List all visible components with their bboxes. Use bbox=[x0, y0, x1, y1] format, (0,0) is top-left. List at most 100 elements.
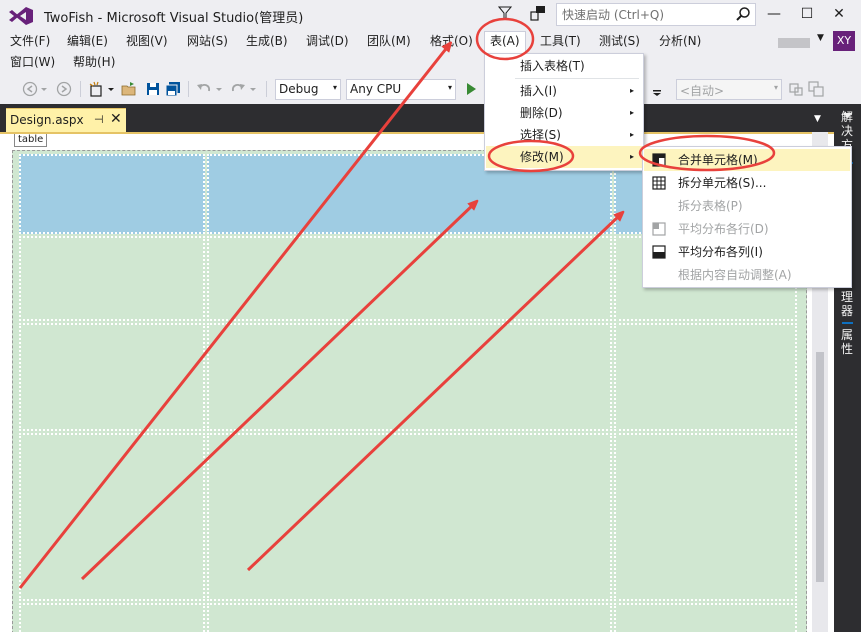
menu-build[interactable]: 生成(B) bbox=[241, 31, 293, 52]
menu-item-label: 拆分表格(P) bbox=[678, 199, 743, 213]
menu-view[interactable]: 视图(V) bbox=[121, 31, 173, 52]
minimize-button[interactable]: — bbox=[763, 4, 785, 24]
table-cell[interactable] bbox=[19, 323, 205, 431]
chevron-down-icon: ▾ bbox=[773, 83, 778, 92]
menu-item-label: 插入表格(T) bbox=[520, 59, 585, 73]
auto-combo[interactable]: <自动> ▾ bbox=[676, 79, 782, 100]
menu-team[interactable]: 团队(M) bbox=[362, 31, 416, 52]
platform-value: Any CPU bbox=[350, 82, 402, 96]
account-dropdown-icon[interactable]: ▼ bbox=[817, 33, 824, 43]
undo-dropdown-icon[interactable] bbox=[215, 81, 223, 97]
table-cell[interactable] bbox=[614, 603, 797, 632]
auto-combo-value: <自动> bbox=[680, 84, 725, 98]
solution-platform-combo[interactable]: Any CPU ▾ bbox=[346, 79, 456, 100]
redo-dropdown-icon[interactable] bbox=[249, 81, 257, 97]
menu-item-insert-table[interactable]: 插入表格(T) bbox=[486, 55, 642, 77]
menu-item-label: 合并单元格(M) bbox=[678, 153, 758, 167]
properties-tab[interactable]: 属性 bbox=[841, 328, 855, 356]
scrollbar-thumb[interactable] bbox=[816, 352, 824, 582]
submenu-arrow-icon: ▸ bbox=[629, 108, 634, 117]
visual-studio-logo-icon bbox=[9, 7, 33, 25]
solution-configuration-combo[interactable]: Debug ▾ bbox=[275, 79, 341, 100]
close-icon[interactable]: ✕ bbox=[110, 111, 122, 127]
navigate-back-icon[interactable] bbox=[22, 81, 38, 97]
menu-item-split-cells[interactable]: 拆分单元格(S)... bbox=[644, 172, 850, 194]
menu-website[interactable]: 网站(S) bbox=[182, 31, 233, 52]
tab-design-aspx[interactable]: Design.aspx ⊣ ✕ bbox=[6, 108, 126, 132]
table-cell[interactable] bbox=[19, 603, 205, 632]
table-cell[interactable] bbox=[207, 433, 612, 601]
maximize-button[interactable]: ☐ bbox=[796, 4, 818, 24]
undo-icon[interactable] bbox=[196, 81, 212, 97]
menu-item-distribute-rows[interactable]: 平均分布各行(D) bbox=[644, 218, 850, 240]
submenu-arrow-icon: ▸ bbox=[629, 130, 634, 139]
tab-overflow-icon[interactable]: ▼ bbox=[814, 114, 821, 124]
menu-item-label: 删除(D) bbox=[520, 106, 563, 120]
title-bar: TwoFish - Microsoft Visual Studio(管理员) —… bbox=[0, 0, 861, 31]
table-menu: 插入表格(T) 插入(I) ▸ 删除(D) ▸ 选择(S) ▸ 修改(M) ▸ bbox=[484, 53, 644, 171]
toolbar-separator bbox=[188, 81, 189, 97]
table-cell[interactable] bbox=[19, 236, 205, 321]
menu-item-label: 根据内容自动调整(A) bbox=[678, 268, 792, 282]
account-name[interactable] bbox=[778, 38, 810, 48]
tag-selector[interactable]: table bbox=[14, 134, 48, 147]
toolbar-options-icon[interactable] bbox=[652, 81, 662, 97]
menu-item-insert[interactable]: 插入(I) ▸ bbox=[486, 80, 642, 102]
menu-format[interactable]: 格式(O) bbox=[425, 31, 478, 52]
menu-item-select[interactable]: 选择(S) ▸ bbox=[486, 124, 642, 146]
menu-divider bbox=[515, 78, 639, 79]
submenu-arrow-icon: ▸ bbox=[629, 86, 634, 95]
save-all-icon[interactable] bbox=[165, 81, 181, 97]
save-icon[interactable] bbox=[145, 81, 161, 97]
menu-item-label: 选择(S) bbox=[520, 128, 561, 142]
submenu-arrow-icon: ▸ bbox=[629, 152, 634, 161]
quick-launch-input[interactable] bbox=[557, 4, 733, 25]
table-cell[interactable] bbox=[19, 154, 205, 234]
open-file-icon[interactable] bbox=[121, 81, 137, 97]
menu-item-autofit-contents[interactable]: 根据内容自动调整(A) bbox=[644, 264, 850, 286]
distribute-columns-icon bbox=[652, 245, 666, 259]
position-icon[interactable] bbox=[808, 81, 824, 97]
feedback-icon[interactable] bbox=[530, 5, 546, 23]
merge-cells-icon bbox=[652, 153, 666, 167]
pin-icon[interactable]: ⊣ bbox=[94, 113, 104, 126]
back-dropdown-icon[interactable] bbox=[40, 81, 48, 97]
table-cell[interactable] bbox=[207, 236, 612, 321]
table-cell[interactable] bbox=[614, 323, 797, 431]
menu-item-label: 平均分布各列(I) bbox=[678, 245, 763, 259]
menu-file[interactable]: 文件(F) bbox=[5, 31, 55, 52]
avatar[interactable]: XY bbox=[833, 31, 855, 51]
menu-item-modify[interactable]: 修改(M) ▸ bbox=[486, 146, 642, 168]
redo-icon[interactable] bbox=[230, 81, 246, 97]
new-project-icon[interactable] bbox=[88, 81, 104, 97]
menu-item-merge-cells[interactable]: 合并单元格(M) bbox=[644, 149, 850, 171]
menu-analyze[interactable]: 分析(N) bbox=[654, 31, 706, 52]
menu-item-label: 修改(M) bbox=[520, 150, 564, 164]
menu-debug[interactable]: 调试(D) bbox=[301, 31, 354, 52]
menu-table[interactable]: 表(A) bbox=[484, 31, 526, 53]
menu-item-delete[interactable]: 删除(D) ▸ bbox=[486, 102, 642, 124]
table-cell[interactable] bbox=[207, 323, 612, 431]
navigate-forward-icon[interactable] bbox=[56, 81, 72, 97]
menu-tools[interactable]: 工具(T) bbox=[535, 31, 586, 52]
menu-help[interactable]: 帮助(H) bbox=[68, 52, 120, 73]
table-cell[interactable] bbox=[19, 433, 205, 601]
search-icon[interactable] bbox=[735, 6, 751, 22]
menu-item-distribute-columns[interactable]: 平均分布各列(I) bbox=[644, 241, 850, 263]
filter-icon[interactable] bbox=[498, 6, 512, 20]
window-title: TwoFish - Microsoft Visual Studio(管理员) bbox=[44, 11, 304, 26]
new-dropdown-icon[interactable] bbox=[107, 81, 115, 97]
table-cell[interactable] bbox=[207, 603, 612, 632]
menu-window[interactable]: 窗口(W) bbox=[5, 52, 60, 73]
rail-separator bbox=[842, 322, 853, 324]
format-icon[interactable] bbox=[788, 81, 804, 97]
modify-submenu: 合并单元格(M) 拆分单元格(S)... 拆分表格(P) 平均分布各行(D) 平… bbox=[642, 146, 852, 288]
menu-test[interactable]: 测试(S) bbox=[594, 31, 645, 52]
menu-item-split-table[interactable]: 拆分表格(P) bbox=[644, 195, 850, 217]
start-debugging-icon[interactable] bbox=[463, 81, 479, 97]
close-window-button[interactable]: ✕ bbox=[828, 4, 850, 24]
menu-edit[interactable]: 编辑(E) bbox=[62, 31, 113, 52]
quick-launch-box[interactable] bbox=[556, 3, 756, 26]
explorer-tab-label[interactable]: 理器 bbox=[841, 290, 855, 318]
table-cell[interactable] bbox=[614, 433, 797, 601]
